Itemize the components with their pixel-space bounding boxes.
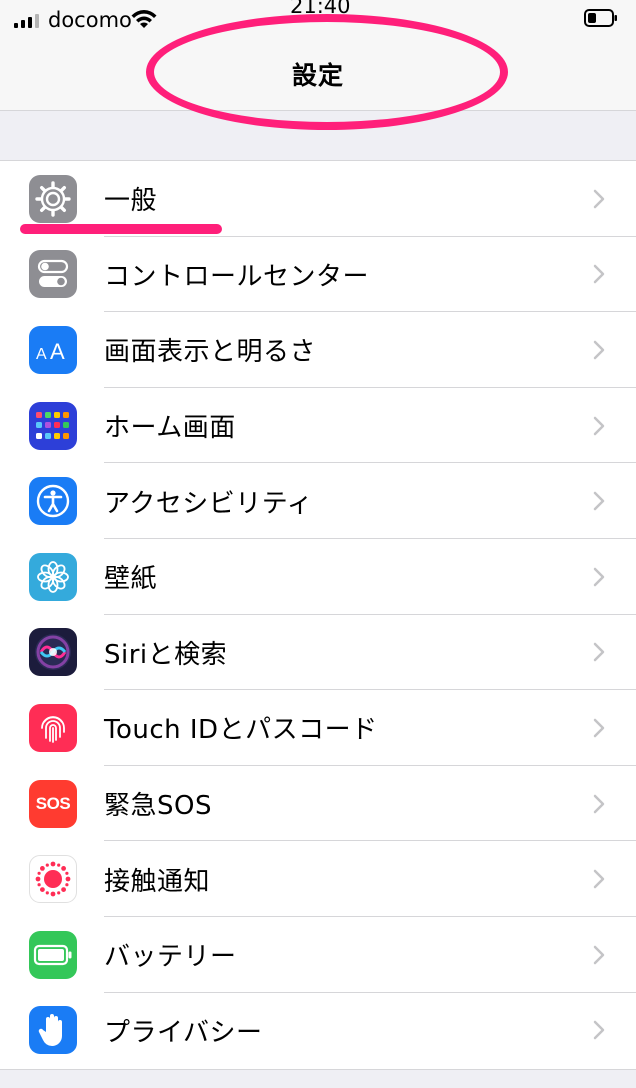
settings-row-accessibility[interactable]: アクセシビリティ — [0, 463, 636, 539]
settings-row-home-screen[interactable]: ホーム画面 — [0, 388, 636, 464]
chevron-right-icon — [593, 945, 605, 964]
carrier-name: docomo — [48, 8, 132, 32]
chevron-right-icon — [593, 491, 605, 511]
settings-row-label: ホーム画面 — [104, 413, 236, 444]
settings-row-label: プライバシー — [104, 1017, 263, 1048]
settings-row-display[interactable]: A A 画面表示と明るさ — [0, 312, 636, 388]
svg-text:A: A — [36, 346, 47, 363]
gear-icon — [29, 174, 77, 223]
app-grid-icon — [29, 401, 77, 450]
settings-row-privacy[interactable]: プライバシー — [0, 993, 636, 1069]
chevron-right-icon — [593, 265, 605, 284]
exposure-notification-icon — [29, 855, 77, 904]
settings-row-label: コントロールセンター — [104, 261, 370, 292]
settings-row-touch-id[interactable]: Touch IDとパスコード — [0, 690, 636, 766]
toggles-icon — [29, 250, 77, 299]
settings-row-exposure-notifications[interactable]: 接触通知 — [0, 841, 636, 917]
settings-row-label: アクセシビリティ — [104, 488, 314, 519]
general-highlight-underline — [20, 224, 222, 234]
chevron-right-icon — [593, 567, 605, 587]
svg-text:A: A — [50, 339, 65, 364]
chevron-right-icon — [593, 1021, 605, 1040]
title-highlight-ellipse — [146, 14, 508, 130]
accessibility-icon — [29, 477, 77, 526]
chevron-right-icon — [593, 794, 605, 813]
wifi-icon — [131, 10, 157, 28]
sos-icon: SOS — [29, 779, 77, 828]
text-size-icon: A A — [29, 325, 77, 374]
chevron-right-icon — [593, 869, 605, 889]
settings-row-label: バッテリー — [104, 942, 237, 973]
flower-icon — [29, 552, 77, 601]
settings-list: 一般 コントロールセンター A A 画面表示と明るさ ホーム画面 アクセシビリテ… — [0, 160, 636, 1070]
battery-icon — [29, 930, 77, 979]
settings-row-wallpaper[interactable]: 壁紙 — [0, 539, 636, 615]
settings-row-emergency-sos[interactable]: SOS 緊急SOS — [0, 766, 636, 842]
siri-icon — [29, 628, 77, 677]
cellular-signal-icon — [14, 12, 39, 28]
settings-row-control-center[interactable]: コントロールセンター — [0, 237, 636, 313]
settings-row-label: 一般 — [104, 186, 158, 217]
settings-row-label: 緊急SOS — [104, 791, 212, 822]
settings-row-battery[interactable]: バッテリー — [0, 917, 636, 993]
sos-icon-text: SOS — [35, 793, 71, 813]
settings-row-label: 壁紙 — [104, 564, 158, 595]
chevron-right-icon — [593, 643, 605, 662]
settings-row-label: Siriと検索 — [104, 639, 228, 670]
chevron-right-icon — [593, 189, 605, 209]
battery-icon — [584, 9, 617, 27]
fingerprint-icon — [29, 703, 77, 752]
settings-row-label: 接触通知 — [104, 866, 211, 897]
chevron-right-icon — [593, 718, 605, 738]
chevron-right-icon — [593, 340, 605, 360]
settings-row-siri-search[interactable]: Siriと検索 — [0, 615, 636, 691]
settings-row-label: 画面表示と明るさ — [104, 337, 317, 368]
chevron-right-icon — [593, 416, 605, 435]
hand-icon — [29, 1006, 77, 1055]
settings-row-label: Touch IDとパスコード — [104, 715, 378, 746]
